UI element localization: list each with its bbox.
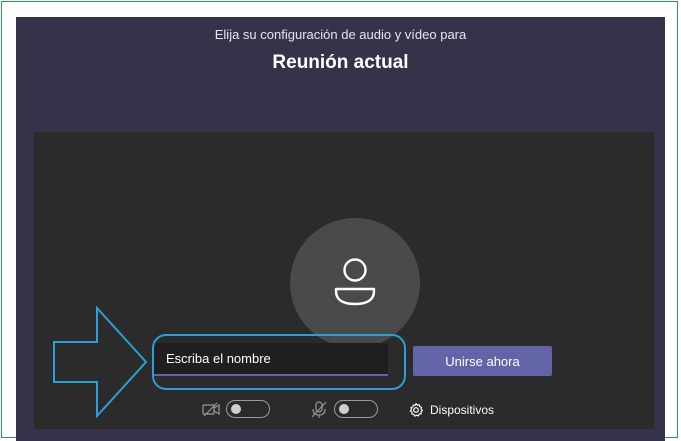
avatar — [290, 218, 420, 348]
join-now-button[interactable]: Unirse ahora — [413, 346, 552, 376]
gear-icon — [409, 402, 424, 417]
mic-off-icon — [311, 401, 327, 418]
devices-label: Dispositivos — [430, 403, 495, 417]
microphone-toggle[interactable] — [334, 400, 378, 418]
microphone-toggle-knob — [339, 404, 349, 414]
devices-button[interactable]: Dispositivos — [408, 402, 494, 418]
meeting-title: Reunión actual — [272, 52, 409, 73]
person-icon — [334, 258, 376, 306]
camera-toggle-knob — [231, 404, 241, 414]
name-input[interactable] — [154, 343, 388, 376]
setup-instruction-text: Elija su configuración de audio y vídeo … — [214, 27, 467, 42]
right-arrow-icon — [53, 306, 148, 418]
camera-off-icon — [202, 402, 220, 417]
camera-toggle[interactable] — [226, 400, 270, 418]
